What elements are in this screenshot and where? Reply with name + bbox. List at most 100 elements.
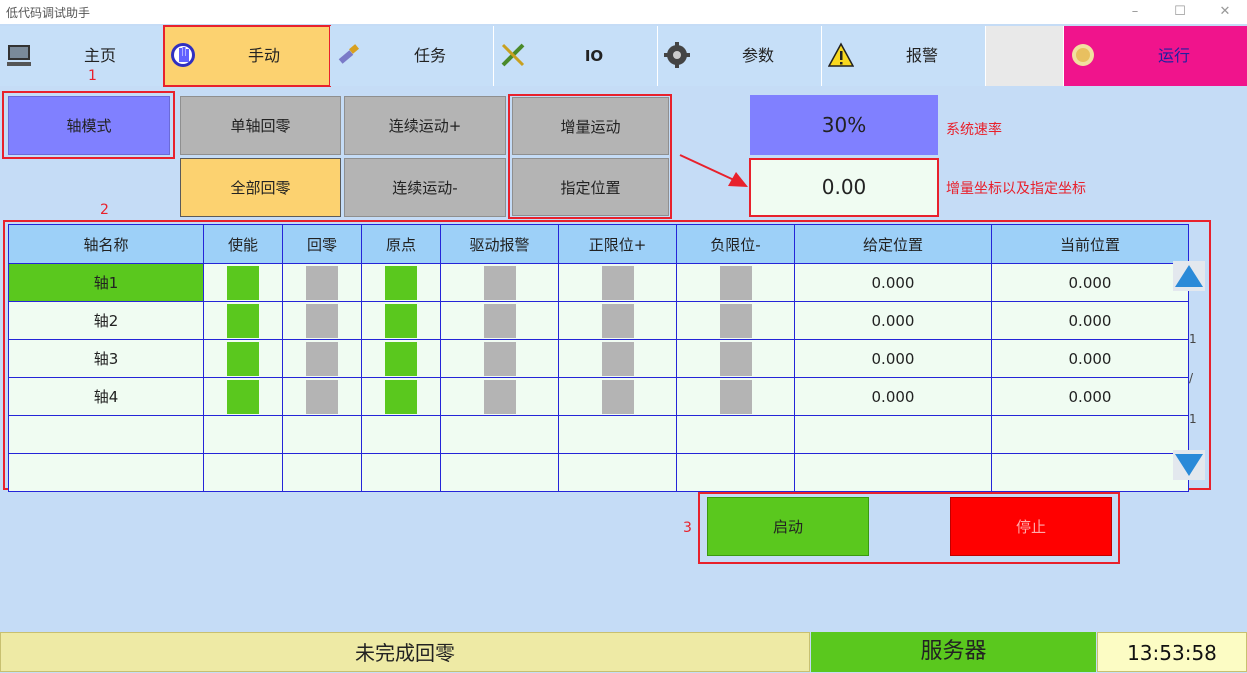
axis-name-cell[interactable]: 轴4 bbox=[8, 377, 204, 416]
run-icon bbox=[1072, 44, 1094, 66]
axis-name-cell[interactable]: 轴3 bbox=[8, 339, 204, 378]
table-row[interactable]: 轴4 0.000 0.000 bbox=[8, 377, 1189, 416]
window-title: 低代码调试助手 bbox=[6, 6, 91, 20]
arrow-icon bbox=[679, 154, 748, 187]
negative-limit-cell bbox=[676, 377, 795, 416]
all-home-button[interactable]: 全部回零 bbox=[180, 158, 341, 217]
close-button[interactable]: ✕ bbox=[1205, 2, 1245, 22]
tab-alarm-label: 报警 bbox=[905, 46, 938, 65]
negative-limit-cell bbox=[676, 301, 795, 340]
enable-cell bbox=[203, 263, 283, 302]
coordinate-note: 增量坐标以及指定坐标 bbox=[946, 181, 1086, 197]
header-negative-limit: 负限位- bbox=[676, 224, 795, 264]
alarm-cell bbox=[440, 377, 559, 416]
given-position-cell: 0.000 bbox=[794, 377, 992, 416]
tab-io-label: IO bbox=[584, 47, 604, 65]
axis-table: 轴名称 使能 回零 原点 驱动报警 正限位+ 负限位- 给定位置 当前位置 轴1… bbox=[8, 224, 1189, 492]
tab-blank bbox=[986, 26, 1064, 86]
page-up-icon[interactable] bbox=[1173, 261, 1205, 291]
gear-icon bbox=[664, 42, 690, 68]
title-bar: 低代码调试助手 – ☐ ✕ bbox=[0, 0, 1247, 24]
target-position-button[interactable]: 指定位置 bbox=[512, 158, 669, 216]
speed-display[interactable]: 30% bbox=[750, 95, 938, 155]
enable-indicator bbox=[227, 265, 259, 300]
origin-indicator bbox=[385, 341, 417, 376]
origin-indicator bbox=[385, 379, 417, 414]
plug-icon bbox=[501, 43, 525, 67]
positive-limit-cell bbox=[558, 263, 677, 302]
tab-alarm[interactable]: 报警 bbox=[822, 26, 986, 86]
header-current-position: 当前位置 bbox=[991, 224, 1189, 264]
tab-run[interactable]: 运行 bbox=[1064, 26, 1247, 86]
alarm-cell bbox=[440, 301, 559, 340]
home-cell bbox=[282, 339, 362, 378]
homing-status: 未完成回零 bbox=[0, 632, 810, 672]
axis-name-cell[interactable]: 轴1 bbox=[8, 263, 204, 302]
table-row[interactable]: 轴1 0.000 0.000 bbox=[8, 263, 1189, 302]
table-row[interactable]: 轴3 0.000 0.000 bbox=[8, 339, 1189, 378]
header-home: 回零 bbox=[282, 224, 362, 264]
start-button[interactable]: 启动 bbox=[707, 497, 869, 556]
page-separator: / bbox=[1189, 371, 1194, 385]
given-position-cell: 0.000 bbox=[794, 301, 992, 340]
annotation-2: 2 bbox=[100, 202, 109, 218]
header-axis-name: 轴名称 bbox=[8, 224, 204, 264]
clock: 13:53:58 bbox=[1097, 632, 1247, 672]
negative-limit-indicator bbox=[719, 379, 752, 414]
home-indicator bbox=[306, 341, 338, 376]
table-row[interactable]: 轴2 0.000 0.000 bbox=[8, 301, 1189, 340]
tab-task-label: 任务 bbox=[413, 46, 446, 65]
tab-io[interactable]: IO bbox=[494, 26, 658, 86]
brush-icon bbox=[338, 44, 359, 64]
alarm-indicator bbox=[483, 341, 516, 376]
axis-mode-button[interactable]: 轴模式 bbox=[8, 96, 170, 155]
tab-params[interactable]: 参数 bbox=[658, 26, 822, 86]
coordinate-input[interactable]: 0.00 bbox=[751, 160, 937, 215]
tab-run-label: 运行 bbox=[1157, 46, 1190, 65]
maximize-button[interactable]: ☐ bbox=[1160, 2, 1200, 22]
positive-limit-indicator bbox=[601, 341, 634, 376]
home-indicator bbox=[306, 379, 338, 414]
tab-blank-label bbox=[986, 26, 1063, 86]
speed-note: 系统速率 bbox=[946, 122, 1002, 138]
given-position-cell: 0.000 bbox=[794, 339, 992, 378]
table-header-row: 轴名称 使能 回零 原点 驱动报警 正限位+ 负限位- 给定位置 当前位置 bbox=[8, 224, 1189, 264]
continuous-minus-button[interactable]: 连续运动- bbox=[344, 158, 506, 217]
positive-limit-cell bbox=[558, 301, 677, 340]
single-axis-home-button[interactable]: 单轴回零 bbox=[180, 96, 341, 155]
alarm-indicator bbox=[483, 379, 516, 414]
alarm-cell bbox=[440, 263, 559, 302]
current-position-cell: 0.000 bbox=[991, 339, 1189, 378]
highlight-manual-tab bbox=[163, 25, 331, 87]
continuous-plus-button[interactable]: 连续运动+ bbox=[344, 96, 506, 155]
server-status: 服务器 bbox=[811, 632, 1096, 672]
tab-home[interactable]: 主页 bbox=[0, 26, 164, 86]
home-cell bbox=[282, 377, 362, 416]
incremental-motion-button[interactable]: 增量运动 bbox=[512, 97, 669, 155]
enable-cell bbox=[203, 339, 283, 378]
tab-task[interactable]: 任务 bbox=[330, 26, 494, 86]
tab-params-label: 参数 bbox=[741, 46, 774, 65]
enable-indicator bbox=[227, 341, 259, 376]
alarm-cell bbox=[440, 339, 559, 378]
negative-limit-indicator bbox=[719, 265, 752, 300]
alarm-indicator bbox=[483, 265, 516, 300]
monitor-icon bbox=[7, 45, 31, 66]
minimize-button[interactable]: – bbox=[1115, 2, 1155, 22]
home-indicator bbox=[306, 265, 338, 300]
page-current: 1 bbox=[1189, 332, 1197, 346]
tab-home-label: 主页 bbox=[83, 46, 116, 65]
given-position-cell: 0.000 bbox=[794, 263, 992, 302]
table-row-empty bbox=[8, 415, 1189, 454]
page-down-icon[interactable] bbox=[1173, 450, 1205, 480]
annotation-3: 3 bbox=[683, 520, 692, 536]
annotation-1: 1 bbox=[88, 68, 97, 84]
positive-limit-indicator bbox=[601, 265, 634, 300]
alarm-indicator bbox=[483, 303, 516, 338]
header-origin: 原点 bbox=[361, 224, 441, 264]
negative-limit-indicator bbox=[719, 303, 752, 338]
stop-button[interactable]: 停止 bbox=[950, 497, 1112, 556]
axis-name-cell[interactable]: 轴2 bbox=[8, 301, 204, 340]
negative-limit-cell bbox=[676, 263, 795, 302]
header-drive-alarm: 驱动报警 bbox=[440, 224, 559, 264]
